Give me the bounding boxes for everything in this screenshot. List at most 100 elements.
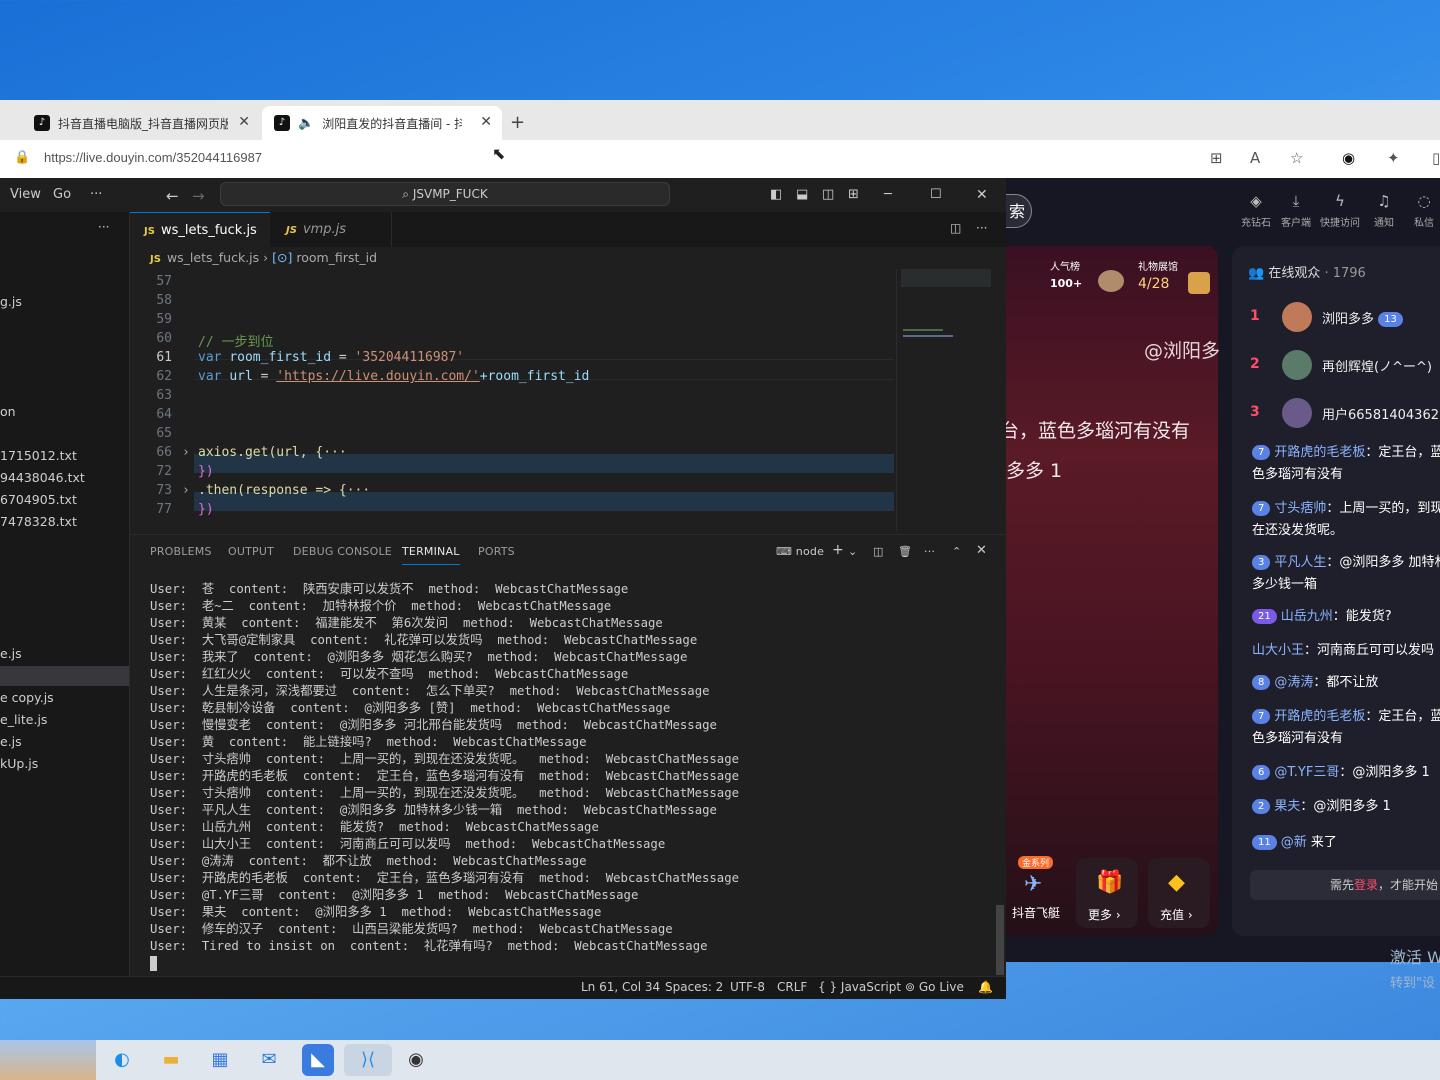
close-tab-icon[interactable]: ✕ xyxy=(238,114,250,130)
status-language[interactable]: { } JavaScript xyxy=(818,980,901,994)
code-string-link[interactable]: 'https://live.douyin.com/' xyxy=(276,369,480,384)
split-editor-icon[interactable]: ◫ xyxy=(950,221,961,235)
store-icon[interactable]: ▦ xyxy=(204,1044,236,1076)
chat-message[interactable]: 3 平凡人生：@浏阳多多 加特林多少钱一箱 xyxy=(1252,552,1440,596)
panel-tab-terminal[interactable]: TERMINAL xyxy=(402,545,460,565)
chat-user[interactable]: 开路虎的毛老板 xyxy=(1274,445,1365,460)
toggle-secondary-sidebar-icon[interactable]: ◫ xyxy=(822,187,834,202)
new-tab-icon[interactable]: + xyxy=(510,112,525,133)
login-link[interactable]: 登录 xyxy=(1354,878,1378,892)
code-editor[interactable]: 56 57 58 59 60 61 62 63 64 65 66 72 73 7… xyxy=(130,269,1006,531)
chat-user[interactable]: @新 xyxy=(1281,835,1307,850)
editor-more-icon[interactable]: ··· xyxy=(976,221,987,235)
chat-user[interactable]: @T.YF三哥 xyxy=(1274,765,1339,780)
live-video-stage[interactable]: 人气榜 100+ 礼物展馆 4/28 @浏阳多 台，蓝色多瑙河有没有 多多 1 … xyxy=(1006,246,1220,936)
browser-tab-1[interactable]: ♪ 抖音直播电脑版_抖音直播网页版 ✕ xyxy=(22,106,260,140)
minimap[interactable] xyxy=(896,269,993,531)
chat-user[interactable]: 山岳九州 xyxy=(1281,609,1333,624)
toggle-sidebar-icon[interactable]: ◧ xyxy=(770,187,782,202)
editor-tab-active[interactable]: JSws_lets_fuck.js ✕ xyxy=(130,212,270,274)
chat-user[interactable]: 开路虎的毛老板 xyxy=(1274,709,1365,724)
go-live-button[interactable]: ⊚ Go Live xyxy=(905,980,964,994)
chat-message[interactable]: 8 @涛涛：都不让放 xyxy=(1252,672,1440,694)
menu-more[interactable]: ··· xyxy=(90,187,102,202)
explorer-selected-row[interactable] xyxy=(0,666,129,686)
notification-bell-icon[interactable]: 🔔 xyxy=(978,980,993,994)
minimap-slider[interactable] xyxy=(901,269,991,287)
douyin-airship-button[interactable]: 金系列 ✈ 抖音飞艇 xyxy=(1006,856,1066,928)
explorer-file[interactable]: kUp.js xyxy=(0,756,38,771)
vscode-taskbar-icon[interactable]: ⟩⟨ xyxy=(344,1044,392,1076)
search-button[interactable]: 索 xyxy=(1006,194,1032,228)
breadcrumb-symbol[interactable]: room_first_id xyxy=(296,250,377,265)
chat-user[interactable]: 寸头痞帅 xyxy=(1274,501,1326,516)
explorer-file[interactable]: e.js xyxy=(0,734,22,749)
file-explorer-icon[interactable]: ▬ xyxy=(155,1044,187,1076)
minimize-icon[interactable]: ─ xyxy=(884,187,892,202)
chat-user[interactable]: 山大小王 xyxy=(1252,643,1304,658)
panel-tab-debug-console[interactable]: DEBUG CONSOLE xyxy=(293,545,392,558)
chat-message[interactable]: 11 @新 来了 xyxy=(1252,832,1440,854)
chat-message[interactable]: 7 寸头痞帅：上周一买的，到现在还没发货呢。 xyxy=(1252,498,1440,542)
chat-message[interactable]: 2 果夫：@浏阳多多 1 xyxy=(1252,796,1440,818)
edge-browser-icon[interactable]: ◐ xyxy=(106,1044,138,1076)
message-button[interactable]: ◌ 私信 xyxy=(1404,192,1440,229)
command-center[interactable]: ⌕ JSVMP_FUCK xyxy=(220,182,670,206)
client-download-button[interactable]: ⤓ 客户端 xyxy=(1276,192,1316,229)
notification-button[interactable]: ♫ 通知 xyxy=(1364,192,1404,229)
panel-tab-output[interactable]: OUTPUT xyxy=(228,545,274,558)
maximize-panel-icon[interactable]: ⌃ xyxy=(952,545,961,558)
login-prompt[interactable]: 需先登录，才能开始 xyxy=(1250,870,1440,900)
terminal-scrollbar[interactable] xyxy=(996,905,1004,975)
panel-more-icon[interactable]: ··· xyxy=(924,545,935,558)
chat-user[interactable]: 平凡人生 xyxy=(1274,555,1326,570)
customize-layout-icon[interactable]: ⊞ xyxy=(848,187,859,202)
close-panel-icon[interactable]: ✕ xyxy=(976,543,987,558)
chat-message[interactable]: 21 山岳九州：能发货? xyxy=(1252,606,1440,628)
explorer-file[interactable]: 6704905.txt xyxy=(0,492,77,507)
extension-icon[interactable]: ◉ xyxy=(1342,149,1355,167)
back-arrow-icon[interactable]: ← xyxy=(166,187,179,205)
explorer-file[interactable]: e copy.js xyxy=(0,690,54,705)
app-icon[interactable]: ◣ xyxy=(302,1044,334,1076)
explorer-file[interactable]: 1715012.txt xyxy=(0,448,77,463)
breadcrumb-file[interactable]: ws_lets_fuck.js xyxy=(167,250,259,265)
explorer-file[interactable]: e.js xyxy=(0,646,22,661)
apps-icon[interactable]: ⊞ xyxy=(1210,149,1223,167)
gift-gallery-badge[interactable]: 礼物展馆 4/28 xyxy=(1138,260,1178,292)
menu-go[interactable]: Go xyxy=(53,187,71,202)
explorer-more-icon[interactable]: ··· xyxy=(98,220,109,234)
recharge-button[interactable]: ◆ 充值 › xyxy=(1148,858,1210,928)
fold-chevron-icon[interactable]: › xyxy=(182,445,190,460)
status-eol[interactable]: CRLF xyxy=(777,980,807,994)
chevron-down-icon[interactable]: ⌄ xyxy=(848,545,857,558)
fold-chevron-icon[interactable]: › xyxy=(182,483,190,498)
recharge-diamond-button[interactable]: ◈ 充钻石 xyxy=(1236,192,1276,229)
forward-arrow-icon[interactable]: → xyxy=(192,187,205,205)
quick-access-button[interactable]: ϟ 快捷访问 xyxy=(1320,192,1360,229)
explorer-file[interactable]: g.js xyxy=(0,294,22,309)
panel-tab-problems[interactable]: PROBLEMS xyxy=(150,545,212,558)
split-terminal-icon[interactable]: ◫ xyxy=(873,545,884,558)
speaker-icon[interactable]: 🔈 xyxy=(298,116,314,131)
read-aloud-icon[interactable]: A xyxy=(1250,149,1260,167)
explorer-file[interactable]: 94438046.txt xyxy=(0,470,85,485)
popularity-chart-badge[interactable]: 人气榜 100+ xyxy=(1050,260,1082,292)
browser-tab-2[interactable]: ♪ 🔈 浏阳直发的抖音直播间 - 抖音 ✕ xyxy=(262,106,502,140)
terminal-selector[interactable]: ⌨ node xyxy=(776,545,824,558)
obs-recorder-icon[interactable]: ◉ xyxy=(400,1044,432,1076)
chat-message[interactable]: 7 开路虎的毛老板：定王台，蓝色多瑙河有没有 xyxy=(1252,706,1440,750)
chat-message[interactable]: 山大小王：河南商丘可可以发吗 xyxy=(1252,640,1440,662)
favorite-star-icon[interactable]: ☆ xyxy=(1290,149,1303,167)
more-button[interactable]: 🎁 更多 › xyxy=(1076,858,1138,928)
status-indentation[interactable]: Spaces: 2 xyxy=(665,980,723,994)
url-field[interactable]: https://live.douyin.com/352044116987 xyxy=(44,150,262,165)
split-icon[interactable]: ▯ xyxy=(1432,149,1440,167)
chat-message[interactable]: 7 开路虎的毛老板：定王台，蓝色多瑙河有没有 xyxy=(1252,442,1440,486)
toggle-panel-icon[interactable]: ⬓ xyxy=(796,187,808,202)
close-tab-icon[interactable]: ✕ xyxy=(480,114,492,130)
trash-icon[interactable]: 🗑 xyxy=(898,545,912,558)
online-audience-header[interactable]: 👥 在线观众 · 1796 xyxy=(1248,262,1366,281)
new-terminal-icon[interactable]: + xyxy=(832,542,844,558)
mail-icon[interactable]: ✉ xyxy=(253,1044,285,1076)
